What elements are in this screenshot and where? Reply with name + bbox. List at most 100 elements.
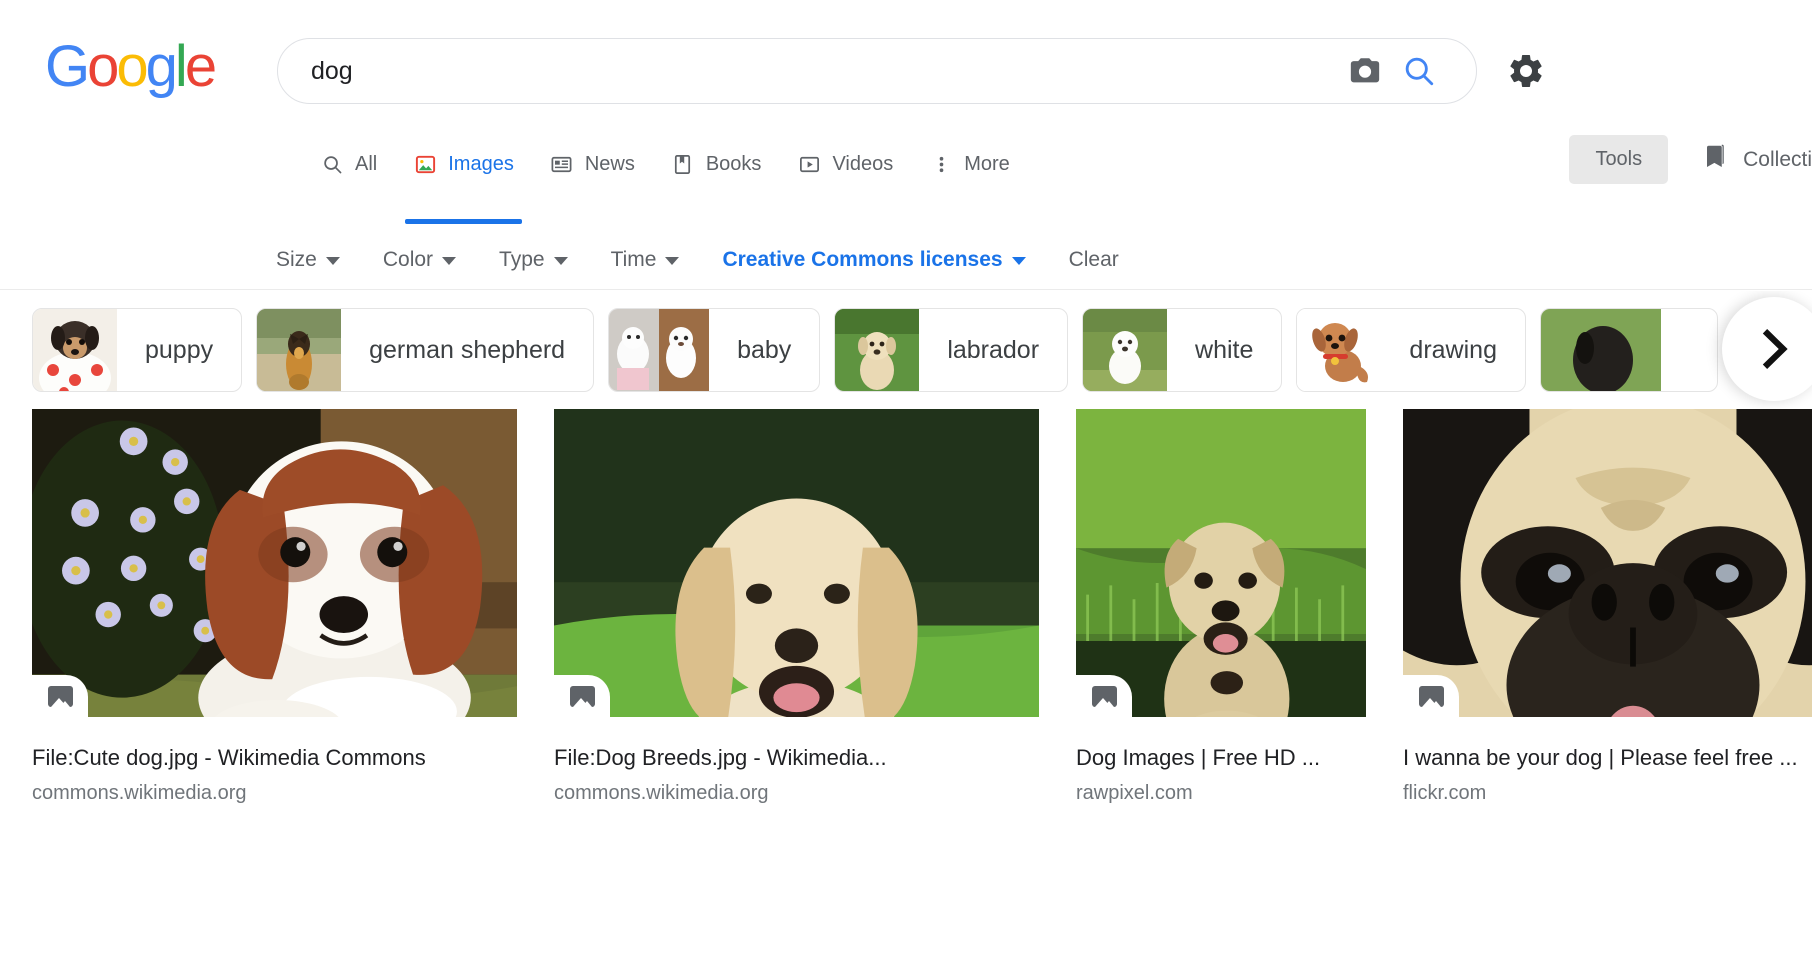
logo-letter: G [45,34,90,99]
filter-label: Size [276,247,317,271]
chevron-down-icon [665,257,680,265]
result-thumbnail[interactable] [554,409,1039,717]
image-icon [1418,685,1444,707]
chip-label: labrador [947,335,1040,364]
filter-size[interactable]: Size [276,248,340,272]
chip-label: baby [737,335,792,364]
result-title[interactable]: File:Cute dog.jpg - Wikimedia Commons [32,745,517,771]
result-title[interactable]: Dog Images | Free HD ... [1076,745,1366,771]
filter-bar: Size Color Type Time Creative Commons li… [0,230,1812,290]
result-source: commons.wikimedia.org [554,782,769,804]
chip-thumbnail [33,309,117,391]
chevron-down-icon [325,257,340,265]
search-nav: All Images News Books Videos More Tools … [0,135,1812,230]
google-logo[interactable]: Google [45,34,217,99]
search-box[interactable] [277,38,1477,104]
related-chip-drawing[interactable]: drawing [1296,308,1526,392]
image-badge [32,675,88,717]
related-searches-row: puppy german shepherd baby labrador whit… [0,291,1812,409]
result-thumbnail[interactable] [1403,409,1812,717]
cavalier-spaniel-puppy-with-flowers [32,409,517,717]
image-icon [413,152,437,176]
chip-label: white [1195,335,1254,364]
book-icon [671,152,695,176]
result-source: flickr.com [1403,782,1487,804]
filter-color[interactable]: Color [382,247,457,272]
chevron-down-icon [1011,257,1026,265]
image-result-card: I wanna be your dog | Please feel free .… [1403,409,1812,805]
tab-label: Images [448,152,514,175]
tab-videos[interactable]: Videos [779,135,911,193]
gear-icon [1510,55,1542,87]
logo-letter: o [116,34,148,99]
logo-letter: g [145,34,178,99]
filter-type[interactable]: Type [499,248,568,272]
tab-news[interactable]: News [532,135,653,193]
chevron-down-icon [442,257,457,265]
related-chip-partial[interactable] [1539,308,1718,392]
related-chip-baby[interactable]: baby [608,308,821,392]
image-icon [569,685,595,707]
tab-books[interactable]: Books [653,135,780,193]
settings-button[interactable] [1505,50,1547,92]
related-chip-puppy[interactable]: puppy [32,308,243,392]
result-source: commons.wikimedia.org [32,782,247,804]
bookmark-icon [1700,142,1730,178]
news-icon [550,152,574,176]
tab-images[interactable]: Images [395,135,532,224]
filter-label: Time [610,247,657,271]
filter-label: Color [382,247,434,271]
collections-button[interactable]: Collecti [1700,142,1812,178]
result-title[interactable]: I wanna be your dog | Please feel free .… [1403,745,1812,771]
search-submit-button[interactable] [1392,44,1446,98]
camera-search-button[interactable] [1338,44,1392,98]
tab-label: Books [705,152,762,175]
filter-usage-rights[interactable]: Creative Commons licenses [722,247,1026,272]
result-thumbnail[interactable] [1076,409,1366,717]
tab-label: News [584,152,635,175]
search-icon [1405,57,1434,86]
camera-icon [1350,58,1380,83]
chip-thumbnail [1297,309,1382,391]
result-thumbnail[interactable] [32,409,517,717]
filter-time[interactable]: Time [611,248,680,272]
chip-thumbnail [257,309,342,391]
result-title[interactable]: File:Dog Breeds.jpg - Wikimedia... [554,745,1039,771]
image-results-grid: File:Cute dog.jpg - Wikimedia Commons co… [0,409,1812,805]
image-result-card: Dog Images | Free HD ... rawpixel.com [1076,409,1366,805]
tools-button[interactable]: Tools [1569,135,1669,184]
tab-more[interactable]: More [911,135,1028,193]
filter-label: Creative Commons licenses [722,247,1003,271]
image-result-card: File:Dog Breeds.jpg - Wikimedia... commo… [554,409,1039,805]
logo-letter: e [184,34,217,99]
logo-letter: l [174,34,188,99]
logo-letter: o [87,34,119,99]
search-icon [320,152,344,176]
chip-label: puppy [145,335,214,364]
filter-label: Type [499,247,545,271]
related-chip-white[interactable]: white [1082,308,1283,392]
nav-tabs: All Images News Books Videos More [302,135,1028,224]
related-chip-labrador[interactable]: labrador [834,308,1069,392]
search-input[interactable] [278,56,1338,86]
tab-all[interactable]: All [302,135,395,193]
related-chip-german-shepherd[interactable]: german shepherd [256,308,595,392]
nav-right-actions: Tools Collecti [1569,135,1812,184]
clear-filters-link[interactable]: Clear [1069,248,1119,272]
image-result-card: File:Cute dog.jpg - Wikimedia Commons co… [32,409,517,805]
terrier-in-grass [1076,409,1366,717]
image-badge [1076,675,1132,717]
tab-label: Videos [832,152,894,175]
chevron-down-icon [553,257,568,265]
chip-thumbnail [1540,309,1661,391]
chevron-right-icon [1762,329,1788,369]
chip-thumbnail [609,309,710,391]
golden-retriever-puppy-in-grass [554,409,1039,717]
tab-label: All [355,152,378,175]
collections-label: Collecti [1743,147,1812,171]
chip-thumbnail [835,309,920,391]
chip-thumbnail [1083,309,1168,391]
related-searches-next-button[interactable] [1722,297,1812,401]
image-badge [554,675,610,717]
chip-label: german shepherd [369,335,566,364]
